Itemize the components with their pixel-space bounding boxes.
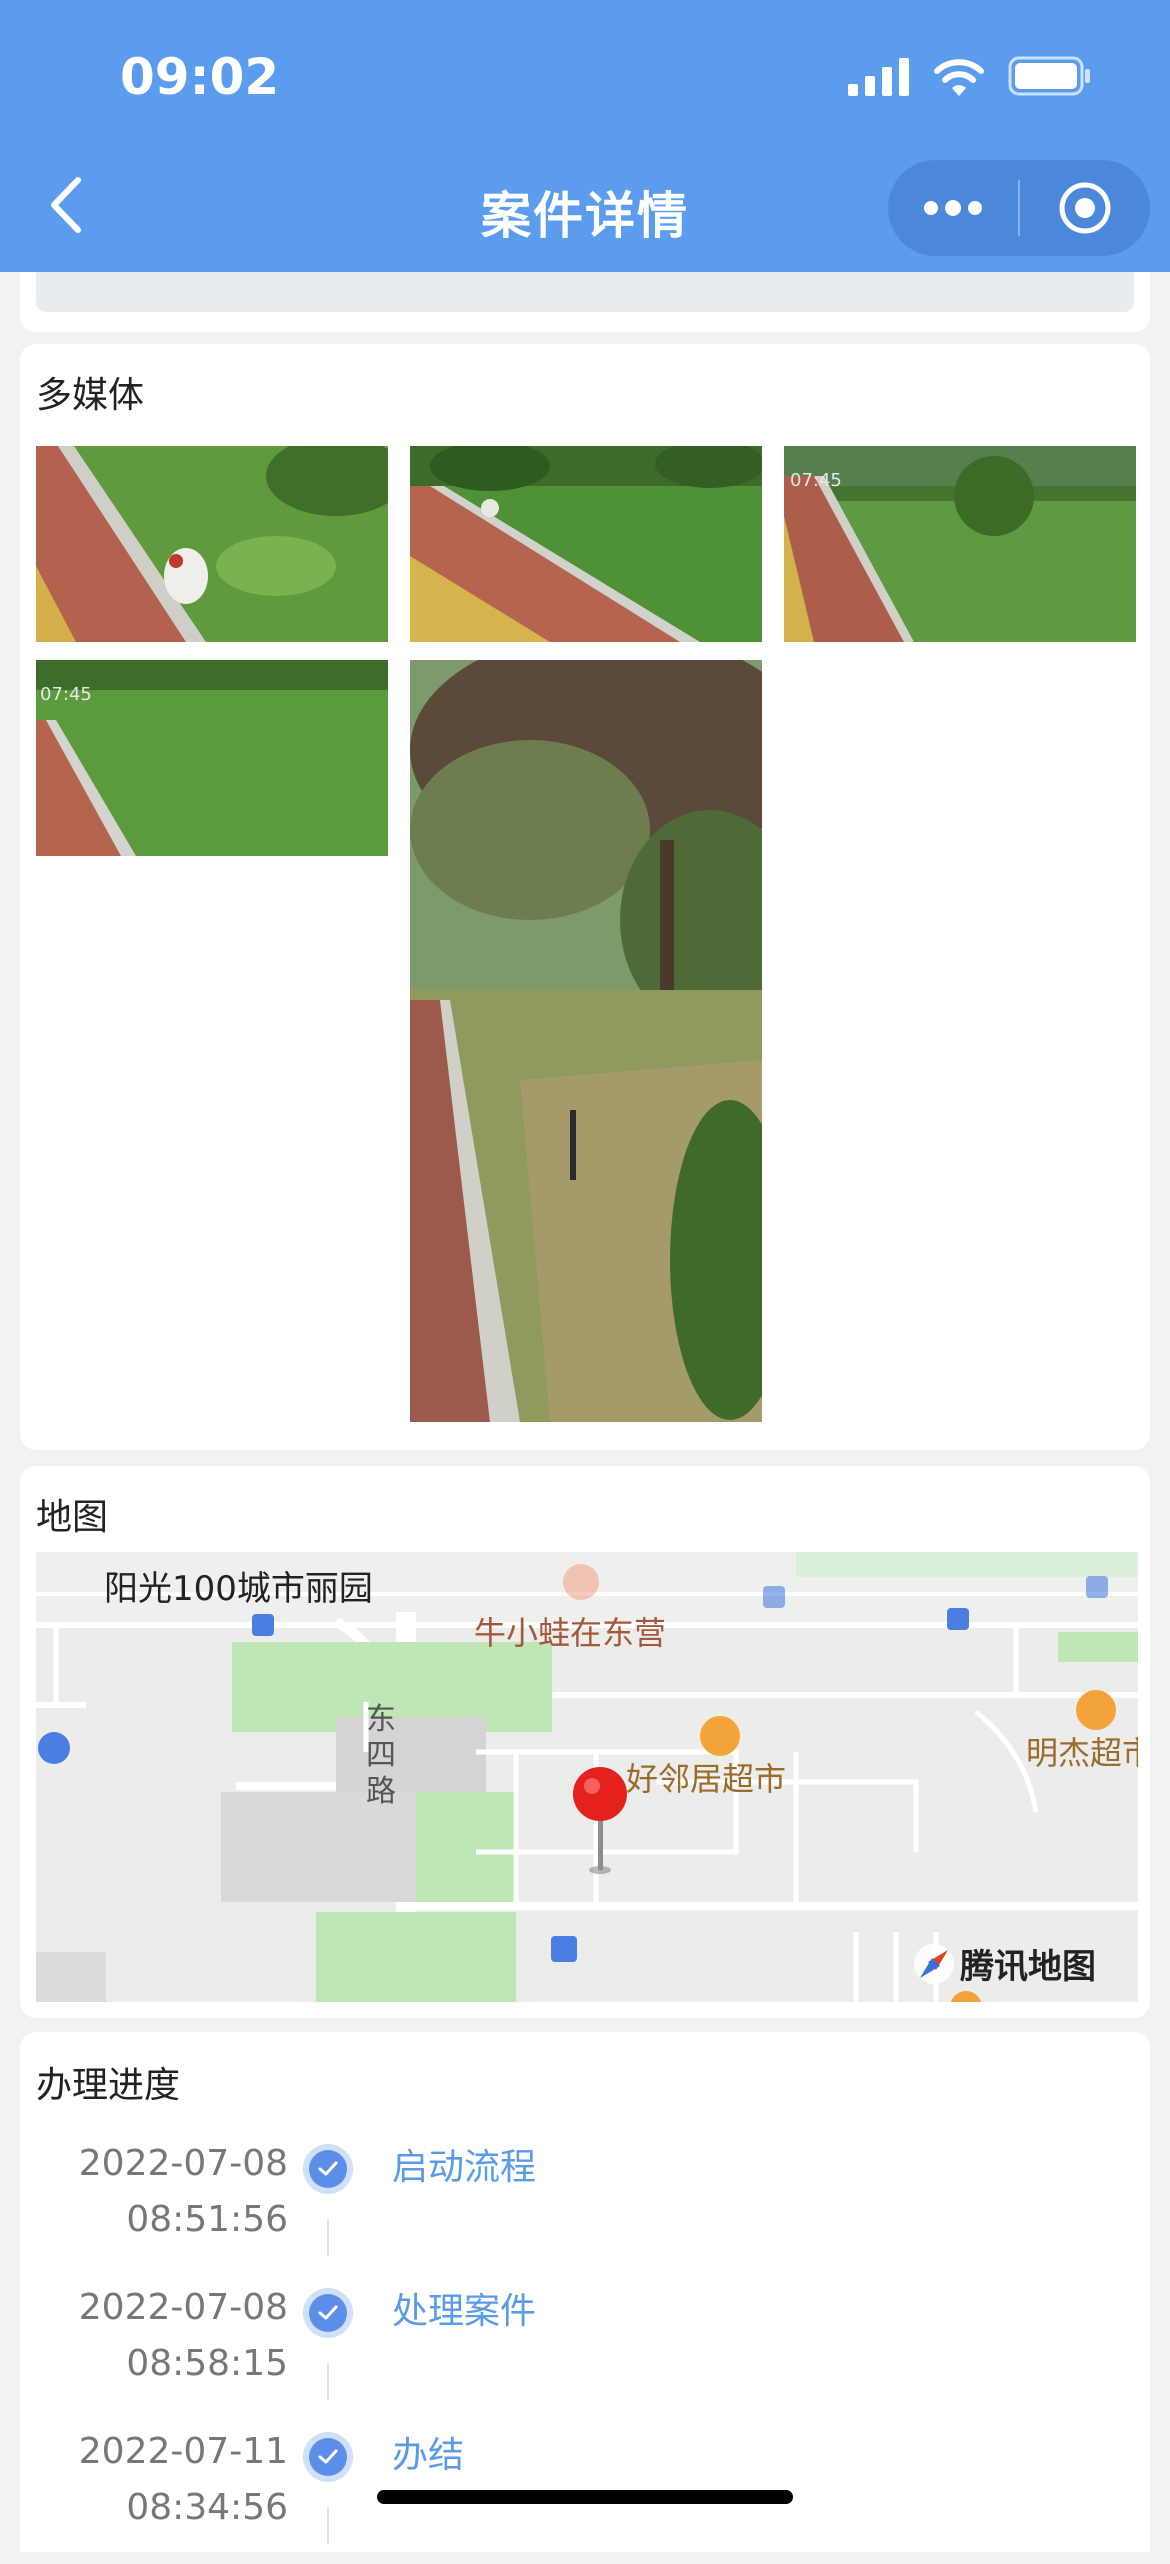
step-check-icon: [303, 2144, 353, 2194]
media-card: 多媒体 07:45 07:45: [20, 344, 1150, 1450]
media-photo-1[interactable]: [36, 446, 388, 642]
map-card: 地图 阳光100城市丽园 牛小蛙在东营 好邻居超市 明杰超 腾讯地图 东四路: [20, 1466, 1150, 2018]
step-label[interactable]: 办结: [392, 2428, 464, 2484]
step-time: 08:51:56: [126, 2199, 288, 2240]
step-datetime: 2022-07-08 08:51:56: [79, 2136, 288, 2248]
step-datetime: 2022-07-08 08:58:15: [79, 2280, 288, 2392]
battery-icon: [1008, 56, 1090, 96]
photo-watermark: 07:45: [790, 470, 842, 491]
header: 09:02 案件详情: [0, 0, 1170, 272]
step-connector: [327, 2364, 329, 2400]
more-button[interactable]: [888, 160, 1018, 256]
step-label[interactable]: 处理案件: [392, 2284, 536, 2340]
step-check-icon: [303, 2288, 353, 2338]
close-button[interactable]: [1020, 160, 1150, 256]
step-label[interactable]: 启动流程: [392, 2140, 536, 2196]
wifi-icon: [934, 59, 984, 96]
target-icon: [1059, 182, 1111, 234]
home-indicator: [377, 2490, 793, 2504]
media-photo-2[interactable]: [410, 446, 762, 642]
media-photo-5[interactable]: [410, 660, 762, 1422]
step-time: 08:34:56: [126, 2487, 288, 2528]
map-label-road: 东四路: [366, 1702, 396, 1809]
mini-program-capsule: [888, 160, 1150, 256]
photo-watermark: 07:45: [40, 684, 92, 705]
media-photo-3[interactable]: 07:45: [784, 446, 1136, 642]
progress-step: 2022-07-08 08:51:56 启动流程: [20, 2136, 1150, 2276]
progress-card: 办理进度 2022-07-08 08:51:56 启动流程 2022-07-08…: [20, 2032, 1150, 2552]
progress-step: 2022-07-08 08:58:15 处理案件: [20, 2280, 1150, 2420]
map-label-shop: 牛小蛙在东营: [474, 1614, 666, 1652]
progress-title: 办理进度: [36, 2065, 181, 2106]
previous-card: [20, 272, 1150, 332]
step-date: 2022-07-08: [78, 2143, 288, 2184]
status-icons: [848, 56, 1092, 96]
media-title: 多媒体: [36, 375, 145, 416]
map-provider-label: 腾讯地图: [960, 1947, 1096, 1987]
status-time: 09:02: [120, 48, 280, 106]
step-connector: [327, 2508, 329, 2544]
more-icon: [924, 200, 982, 216]
step-time: 08:58:15: [126, 2343, 288, 2384]
map-label-supermarket: 好邻居超市: [626, 1760, 786, 1798]
map-label-supermarket-2: 明杰超市: [1026, 1734, 1138, 1772]
step-check-icon: [303, 2432, 353, 2482]
map-label-community: 阳光100城市丽园: [104, 1569, 373, 1609]
previous-field: [36, 272, 1134, 312]
map-view[interactable]: 阳光100城市丽园 牛小蛙在东营 好邻居超市 明杰超市 腾讯地图 东四路: [36, 1552, 1138, 2002]
step-date: 2022-07-11: [78, 2431, 288, 2472]
signal-icon: [848, 58, 909, 96]
step-date: 2022-07-08: [78, 2287, 288, 2328]
map-title: 地图: [36, 1497, 109, 1538]
step-datetime: 2022-07-11 08:34:56: [79, 2424, 288, 2536]
media-photo-4[interactable]: 07:45: [36, 660, 388, 856]
step-connector: [327, 2220, 329, 2256]
